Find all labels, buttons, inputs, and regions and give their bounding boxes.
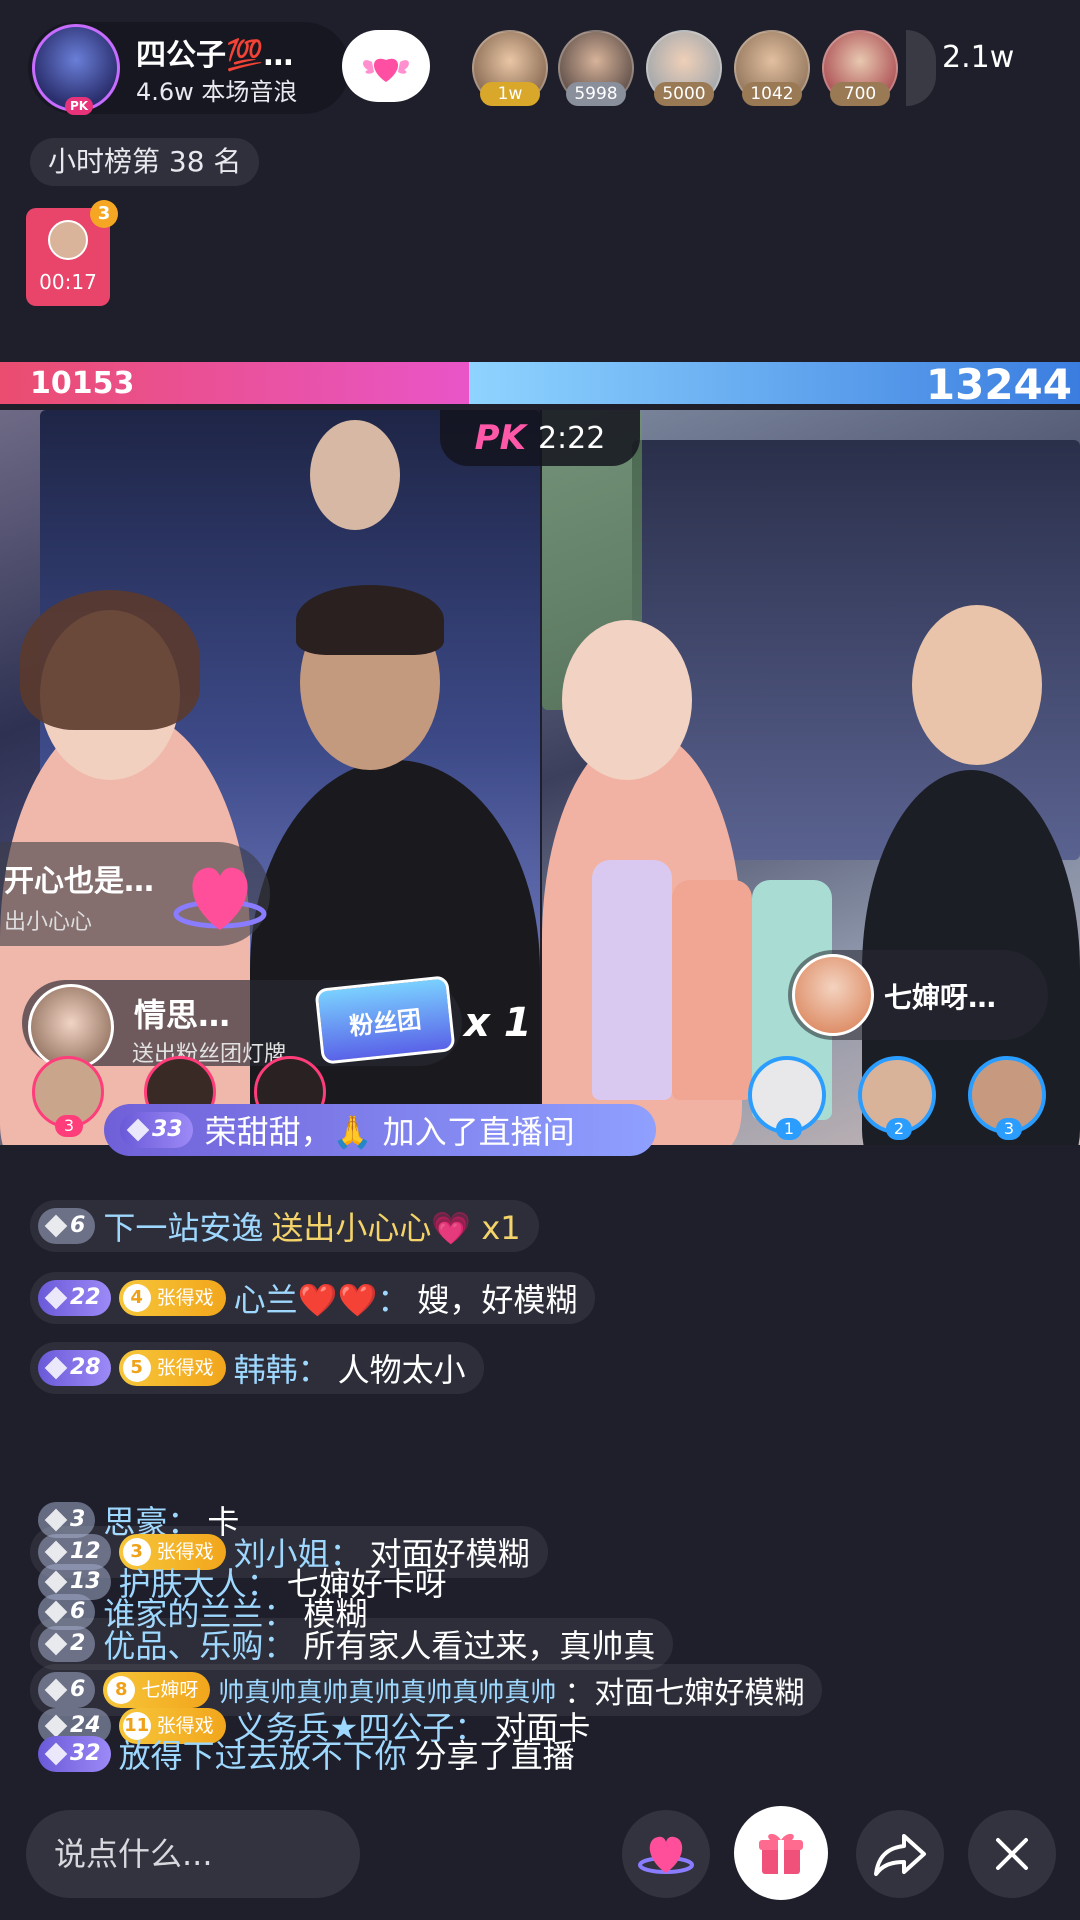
chat-username[interactable]: 韩韩： (234, 1345, 330, 1391)
host-audio-wave-count: 4.6w 本场音浪 (136, 78, 298, 106)
right-fan-rank-avatar[interactable]: 3 (968, 1056, 1046, 1140)
gem-icon (44, 1214, 68, 1238)
share-icon (874, 1834, 926, 1876)
winged-heart-icon (363, 58, 409, 82)
top-viewer-avatar-partial (906, 30, 936, 106)
top-viewer-avatar[interactable]: 700 (822, 30, 898, 106)
fan-club-badge: 4 张得戏 (118, 1280, 226, 1316)
chat-message[interactable]: 28 5 张得戏 韩韩： 人物太小 (30, 1342, 484, 1394)
viewer-contribution: 1w (480, 82, 540, 106)
top-viewer-avatar[interactable]: 5000 (646, 30, 722, 106)
chat-message[interactable]: 32 放得下过去放不下你 分享了直播 (38, 1728, 575, 1780)
pk-logo: PK (474, 418, 526, 458)
pk-countdown: 2:22 (537, 420, 606, 456)
streamer-left-man-hair (296, 585, 444, 655)
share-button[interactable] (856, 1810, 944, 1898)
chat-gift-text: 送出小心心💗 x1 (271, 1209, 521, 1247)
join-text: 荣甜甜，🙏 加入了直播间 (204, 1113, 575, 1151)
user-level-badge: 2 (38, 1626, 96, 1662)
fan-rank-number: 2 (886, 1118, 912, 1140)
left-fan-rank-avatar[interactable]: 3 (32, 1056, 104, 1137)
chat-message[interactable]: 6 下一站安逸 送出小心心💗 x1 (30, 1200, 539, 1252)
viewer-contribution: 700 (830, 82, 890, 106)
gift-notice-title: 开心也是… (4, 864, 154, 899)
gem-icon (44, 1356, 68, 1380)
chat-text: 嫂，好模糊 (417, 1281, 578, 1319)
top-viewer-avatar[interactable]: 1042 (734, 30, 810, 106)
fan-rank-number: 3 (55, 1115, 83, 1137)
gem-icon (126, 1118, 150, 1142)
fan-club-badge: 5 张得戏 (118, 1350, 226, 1386)
pk-left-score: 10153 (30, 366, 135, 401)
gem-icon (44, 1678, 68, 1702)
like-button[interactable] (622, 1810, 710, 1898)
product-bottle (592, 860, 672, 1100)
top-viewer-avatar[interactable]: 1w (472, 30, 548, 106)
right-fan-rank-avatar[interactable]: 1 (748, 1056, 826, 1140)
red-packet-count: 3 (90, 200, 118, 228)
chat-username[interactable]: 心兰❤️❤️： (234, 1275, 410, 1321)
user-level-badge: 22 (38, 1280, 111, 1316)
chat-text: 分享了直播 (414, 1737, 575, 1775)
streamer-right-woman-head (562, 620, 692, 780)
fan-rank-number: 3 (996, 1118, 1022, 1140)
heart-icon (638, 1836, 694, 1874)
user-level-badge: 32 (38, 1736, 111, 1772)
chat-message[interactable]: 2 优品、乐购： 所有家人看过来，真帅真 (30, 1618, 674, 1670)
right-fan-rank-avatar[interactable]: 2 (858, 1056, 936, 1140)
close-icon (996, 1838, 1028, 1870)
join-notice: 33 荣甜甜，🙏 加入了直播间 (104, 1104, 656, 1156)
gift-sender-name: 情思… (134, 996, 231, 1034)
chat-text: ：对面七婶好模糊 (564, 1676, 805, 1711)
gift-icon (759, 1833, 803, 1874)
streamer-right-man-head (912, 605, 1042, 765)
viewer-contribution: 5000 (654, 82, 714, 106)
gem-icon (44, 1742, 68, 1766)
red-packet[interactable]: 3 00:17 (26, 200, 118, 306)
right-streamer-name: 七婶呀… (884, 981, 997, 1014)
gift-notice-sub: 出小心心 (4, 910, 93, 935)
red-packet-timer: 00:17 (39, 270, 97, 294)
viewer-contribution: 5998 (566, 82, 626, 106)
poster-face (310, 420, 400, 530)
host-avatar[interactable]: PK (32, 24, 120, 115)
hourly-rank-badge[interactable]: 小时榜第 38 名 (30, 138, 260, 186)
gem-icon (44, 1286, 68, 1310)
gift-button[interactable] (734, 1806, 828, 1900)
chat-text: 所有家人看过来，真帅真 (303, 1627, 656, 1665)
product-bottle (672, 880, 752, 1100)
close-button[interactable] (968, 1810, 1056, 1898)
pk-right-score: 13244 (925, 360, 1072, 409)
chat-username[interactable]: 放得下过去放不下你 (119, 1731, 407, 1777)
right-streamer-avatar[interactable] (792, 954, 874, 1036)
red-packet-avatar (48, 220, 88, 260)
fan-rank-number: 1 (776, 1118, 802, 1140)
gift-description: 送出粉丝团灯牌 (132, 1042, 287, 1067)
heart-gift-icon (173, 867, 267, 930)
follow-button[interactable] (342, 30, 430, 102)
user-level-badge: 28 (38, 1350, 111, 1386)
host-name: 四公子💯… (136, 38, 294, 73)
user-level-badge: 6 (38, 1208, 96, 1244)
fan-club-gift-badge: 粉丝团 (314, 975, 456, 1065)
comment-input[interactable]: 说点什么... (26, 1810, 360, 1898)
top-viewer-avatar[interactable]: 5998 (558, 30, 634, 106)
chat-text: 人物太小 (337, 1351, 466, 1389)
chat-message[interactable]: 22 4 张得戏 心兰❤️❤️： 嫂，好模糊 (30, 1272, 596, 1324)
streamer-left-woman-hair (20, 590, 200, 730)
pk-timer-badge: PK 2:22 (440, 410, 640, 466)
user-level-badge: 33 (120, 1112, 193, 1148)
viewer-contribution: 1042 (742, 82, 802, 106)
viewer-total-count[interactable]: 2.1w (942, 40, 1014, 75)
host-pk-badge: PK (65, 97, 93, 115)
chat-username[interactable]: 下一站安逸 (103, 1203, 263, 1249)
chat-username[interactable]: 优品、乐购： (103, 1621, 295, 1667)
gift-multiplier: x 1 (464, 1000, 532, 1046)
gem-icon (44, 1632, 68, 1656)
